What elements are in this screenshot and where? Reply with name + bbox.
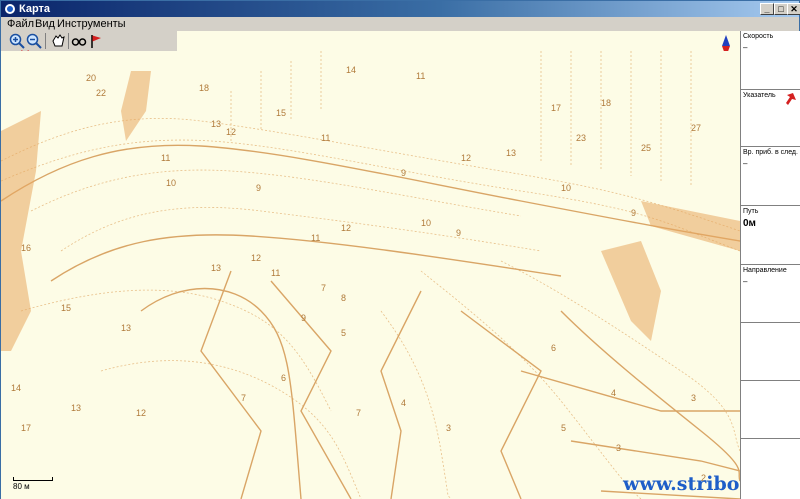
svg-text:13: 13 bbox=[71, 403, 81, 413]
svg-text:3: 3 bbox=[616, 443, 621, 453]
svg-text:9: 9 bbox=[456, 228, 461, 238]
svg-text:16: 16 bbox=[21, 243, 31, 253]
zoom-out-icon[interactable] bbox=[26, 33, 42, 49]
empty-cell bbox=[741, 439, 800, 499]
svg-text:22: 22 bbox=[96, 88, 106, 98]
eta-value: – bbox=[743, 159, 748, 168]
menu-bar: Файл Вид Инструменты bbox=[1, 17, 799, 31]
svg-text:13: 13 bbox=[506, 148, 516, 158]
eta-cell: Вр. приб. в след. – bbox=[741, 147, 800, 206]
svg-text:11: 11 bbox=[271, 268, 280, 278]
svg-text:14: 14 bbox=[346, 65, 356, 75]
binoculars-icon[interactable] bbox=[71, 33, 87, 49]
svg-text:15: 15 bbox=[276, 108, 286, 118]
scale-label: 80 м bbox=[13, 482, 30, 491]
scale-bar: 80 м bbox=[13, 477, 53, 491]
svg-text:4: 4 bbox=[611, 388, 616, 398]
svg-text:11: 11 bbox=[311, 233, 320, 243]
svg-text:9: 9 bbox=[301, 313, 306, 323]
menu-view[interactable]: Вид bbox=[35, 17, 55, 31]
svg-text:10: 10 bbox=[421, 218, 431, 228]
svg-text:9: 9 bbox=[256, 183, 261, 193]
svg-text:5: 5 bbox=[561, 423, 566, 433]
svg-text:3: 3 bbox=[446, 423, 451, 433]
svg-text:12: 12 bbox=[226, 127, 236, 137]
svg-text:4: 4 bbox=[401, 398, 406, 408]
direction-value: – bbox=[743, 277, 748, 286]
svg-text:11: 11 bbox=[321, 133, 330, 143]
window-title: Карта bbox=[19, 3, 51, 15]
svg-text:12: 12 bbox=[461, 153, 471, 163]
menu-file[interactable]: Файл bbox=[7, 17, 34, 31]
svg-text:7: 7 bbox=[241, 393, 246, 403]
svg-text:11: 11 bbox=[416, 71, 425, 81]
speed-value: – bbox=[743, 43, 748, 52]
svg-text:12: 12 bbox=[341, 223, 351, 233]
svg-text:11: 11 bbox=[161, 153, 170, 163]
pointer-cell: Указатель bbox=[741, 90, 800, 147]
toolbar-separator bbox=[45, 33, 46, 49]
eta-label: Вр. приб. в след. bbox=[743, 149, 798, 156]
svg-text:17: 17 bbox=[21, 423, 31, 433]
speed-cell: Скорость – bbox=[741, 31, 800, 90]
flag-icon[interactable] bbox=[88, 33, 104, 49]
svg-text:13: 13 bbox=[211, 119, 221, 129]
svg-text:10: 10 bbox=[561, 183, 571, 193]
toolbar-separator bbox=[68, 33, 69, 49]
empty-cell bbox=[741, 323, 800, 381]
svg-text:14: 14 bbox=[11, 383, 21, 393]
svg-text:8: 8 bbox=[341, 293, 346, 303]
svg-text:18: 18 bbox=[199, 83, 209, 93]
pan-hand-icon[interactable] bbox=[50, 33, 66, 49]
svg-text:9: 9 bbox=[401, 168, 406, 178]
direction-cell: Направление – bbox=[741, 265, 800, 323]
maximize-button[interactable]: □ bbox=[774, 3, 788, 15]
svg-text:5: 5 bbox=[341, 328, 346, 338]
svg-text:13: 13 bbox=[121, 323, 131, 333]
speed-label: Скорость bbox=[743, 33, 774, 40]
map-window: Карта _ □ ✕ Файл Вид Инструменты 14 11 1… bbox=[0, 0, 800, 499]
svg-text:23: 23 bbox=[576, 133, 586, 143]
svg-text:7: 7 bbox=[356, 408, 361, 418]
svg-text:27: 27 bbox=[691, 123, 701, 133]
svg-text:12: 12 bbox=[136, 408, 146, 418]
svg-text:13: 13 bbox=[211, 263, 221, 273]
svg-text:6: 6 bbox=[551, 343, 556, 353]
menu-tools[interactable]: Инструменты bbox=[57, 17, 126, 31]
path-value: 0м bbox=[743, 218, 756, 229]
svg-text:9: 9 bbox=[631, 208, 636, 218]
path-cell: Путь 0м bbox=[741, 206, 800, 265]
close-button[interactable]: ✕ bbox=[787, 3, 800, 15]
svg-text:7: 7 bbox=[321, 283, 326, 293]
svg-text:25: 25 bbox=[641, 143, 651, 153]
svg-text:6: 6 bbox=[281, 373, 286, 383]
svg-text:20: 20 bbox=[86, 73, 96, 83]
svg-text:17: 17 bbox=[551, 103, 561, 113]
empty-cell bbox=[741, 381, 800, 439]
svg-text:3: 3 bbox=[691, 393, 696, 403]
zoom-in-icon[interactable] bbox=[9, 33, 25, 49]
map-canvas[interactable]: 14 11 18 15 13 12 11 11 10 9 9 12 13 10 9 11 12 10 9… bbox=[1, 51, 740, 499]
info-panel: Скорость – Указатель Вр. приб. в след. –… bbox=[740, 31, 800, 499]
direction-label: Направление bbox=[743, 267, 787, 274]
path-label: Путь bbox=[743, 208, 759, 215]
app-icon bbox=[5, 4, 15, 14]
svg-text:10: 10 bbox=[166, 178, 176, 188]
title-bar: Карта _ □ ✕ bbox=[1, 1, 800, 17]
pointer-arrow-icon bbox=[786, 93, 796, 105]
svg-text:15: 15 bbox=[61, 303, 71, 313]
svg-text:12: 12 bbox=[251, 253, 261, 263]
svg-text:18: 18 bbox=[601, 98, 611, 108]
contour-map[interactable]: 14 11 18 15 13 12 11 11 10 9 9 12 13 10 9 11 12 10 9… bbox=[1, 51, 740, 499]
minimize-button[interactable]: _ bbox=[760, 3, 774, 15]
